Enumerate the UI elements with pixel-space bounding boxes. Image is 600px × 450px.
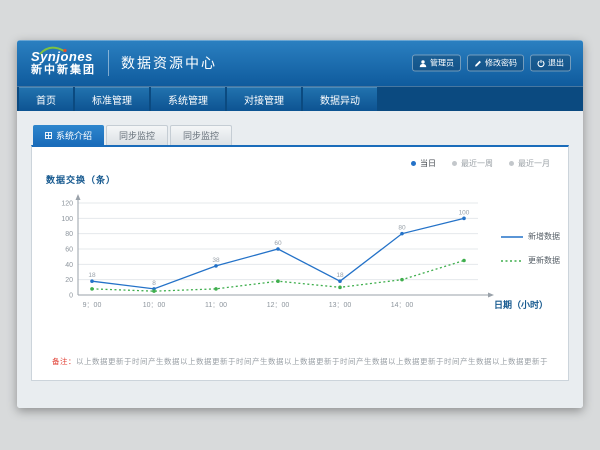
line-chart: 0 20 40 60 80 100 120 9：00 10：00 11：00 12：00 13：00 1…	[38, 191, 508, 331]
svg-text:0: 0	[69, 293, 73, 300]
svg-text:20: 20	[65, 277, 73, 284]
legend-update-data[interactable]: 更新数据	[501, 255, 560, 266]
tab-system-intro[interactable]: 系统介绍	[33, 125, 104, 145]
filter-last-week[interactable]: 最近一周	[452, 158, 493, 169]
svg-text:40: 40	[65, 262, 73, 269]
logout-icon	[537, 59, 545, 67]
tab-label: 同步监控	[119, 129, 155, 142]
tab-bar: 系统介绍 同步监控 同步监控	[33, 125, 569, 145]
legend-dot	[509, 161, 514, 166]
nav-item-data-change[interactable]: 数据异动	[303, 87, 377, 111]
chart-panel: 当日 最近一周 最近一月 数据交换（条） 0 20 40 60 80 100 120 9：00…	[31, 145, 569, 381]
filter-last-month[interactable]: 最近一月	[509, 158, 550, 169]
svg-text:14：00: 14：00	[391, 302, 414, 309]
svg-text:120: 120	[61, 201, 73, 208]
svg-text:100: 100	[61, 216, 73, 223]
admin-user-label: 管理员	[430, 58, 454, 69]
nav-item-system-mgmt[interactable]: 系统管理	[151, 87, 225, 111]
nav-item-standard-mgmt[interactable]: 标准管理	[75, 87, 149, 111]
footnote: 备注：以上数据更新于时间产生数据以上数据更新于时间产生数据以上数据更新于时间产生…	[32, 356, 568, 367]
legend-dot	[411, 161, 416, 166]
tab-sync-monitor-1[interactable]: 同步监控	[106, 125, 168, 145]
series-legend: 新增数据 更新数据	[501, 231, 560, 266]
svg-text:38: 38	[212, 257, 220, 264]
series-label: 新增数据	[528, 231, 560, 242]
footnote-text: 以上数据更新于时间产生数据以上数据更新于时间产生数据以上数据更新于时间产生数据以…	[76, 357, 548, 366]
svg-text:80: 80	[398, 225, 406, 232]
line-sample-icon	[501, 234, 523, 240]
svg-text:100: 100	[459, 209, 470, 216]
series-label: 更新数据	[528, 255, 560, 266]
svg-text:10：00: 10：00	[143, 302, 166, 309]
legend-dot	[452, 161, 457, 166]
svg-text:11：00: 11：00	[205, 302, 227, 309]
svg-text:60: 60	[274, 240, 282, 247]
svg-text:18: 18	[88, 272, 96, 279]
svg-text:13：00: 13：00	[329, 302, 352, 309]
filter-label: 最近一月	[518, 158, 550, 169]
svg-text:18: 18	[336, 272, 344, 279]
logout-label: 退出	[548, 58, 564, 69]
header-actions: 管理员 修改密码 退出	[412, 55, 571, 72]
logo-subtext: 新中新集团	[31, 64, 96, 76]
app-window: Synjones 新中新集团 数据资源中心 管理员 修改密码	[17, 40, 583, 408]
tab-sync-monitor-2[interactable]: 同步监控	[170, 125, 232, 145]
brand-logo: Synjones 新中新集团	[31, 50, 96, 76]
time-filter-legend: 当日 最近一周 最近一月	[411, 158, 550, 169]
tab-label: 系统介绍	[56, 129, 92, 142]
line-sample-icon	[501, 258, 523, 264]
change-password-label: 修改密码	[485, 58, 517, 69]
filter-today[interactable]: 当日	[411, 158, 436, 169]
svg-text:80: 80	[65, 231, 73, 238]
legend-new-data[interactable]: 新增数据	[501, 231, 560, 242]
header-divider	[108, 50, 109, 76]
main-nav: 首页 标准管理 系统管理 对接管理 数据异动	[17, 86, 583, 111]
nav-item-home[interactable]: 首页	[19, 87, 73, 111]
svg-text:12：00: 12：00	[267, 302, 290, 309]
logo-swoosh-icon	[38, 46, 68, 55]
admin-user-button[interactable]: 管理员	[412, 55, 461, 72]
content-area: 系统介绍 同步监控 同步监控 当日 最近一周	[17, 111, 583, 408]
footnote-prefix: 备注：	[52, 357, 76, 366]
change-password-button[interactable]: 修改密码	[467, 55, 524, 72]
edit-password-icon	[474, 59, 482, 67]
x-axis-title: 日期（小时）	[494, 298, 548, 311]
tab-label: 同步监控	[183, 129, 219, 142]
nav-item-connect-mgmt[interactable]: 对接管理	[227, 87, 301, 111]
svg-text:8: 8	[152, 280, 156, 287]
user-icon	[419, 59, 427, 67]
grid-icon	[45, 132, 52, 139]
logout-button[interactable]: 退出	[530, 55, 571, 72]
filter-label: 当日	[420, 158, 436, 169]
page-title: 数据资源中心	[121, 53, 217, 73]
app-header: Synjones 新中新集团 数据资源中心 管理员 修改密码	[17, 40, 583, 86]
filter-label: 最近一周	[461, 158, 493, 169]
svg-text:60: 60	[65, 247, 73, 254]
svg-text:9：00: 9：00	[83, 302, 102, 309]
y-axis-title: 数据交换（条）	[46, 173, 116, 186]
